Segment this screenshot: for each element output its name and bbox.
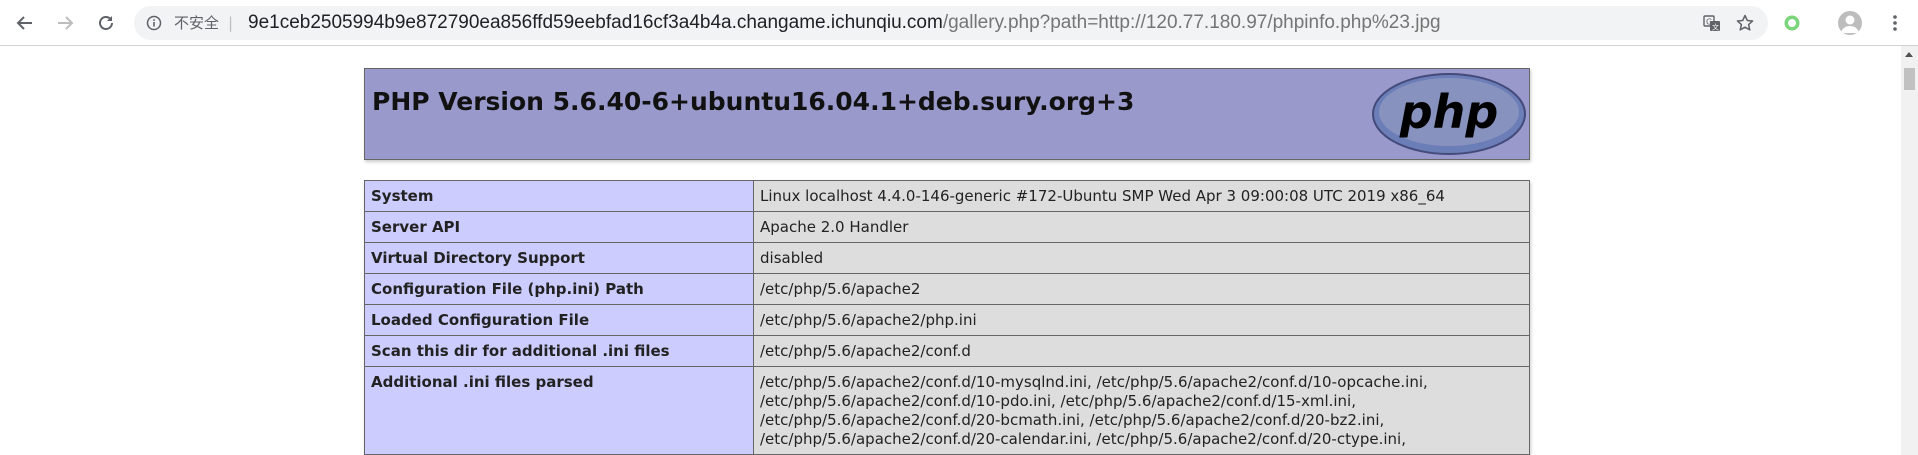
row-key: Scan this dir for additional .ini files [364, 335, 754, 367]
vertical-scrollbar[interactable] [1901, 46, 1918, 455]
row-value: /etc/php/5.6/apache2/php.ini [753, 304, 1530, 336]
url-path: /gallery.php?path=http://120.77.180.97/p… [942, 12, 1441, 33]
forward-button[interactable] [49, 7, 81, 39]
row-value: /etc/php/5.6/apache2/conf.d [753, 335, 1530, 367]
browser-toolbar: 不安全 | 9e1ceb2505994b9e872790ea856ffd59ee… [0, 0, 1918, 46]
row-key: Additional .ini files parsed [364, 366, 754, 455]
table-row: Virtual Directory Support disabled [364, 242, 1530, 274]
translate-icon[interactable]: G 文 [1702, 13, 1722, 33]
page-title: PHP Version 5.6.40-6+ubuntu16.04.1+deb.s… [372, 87, 1135, 116]
more-menu-icon[interactable] [1885, 13, 1905, 33]
row-value: /etc/php/5.6/apache2/conf.d/10-mysqlnd.i… [753, 366, 1530, 455]
avatar-silhouette-icon [1841, 15, 1859, 33]
php-logo-icon[interactable]: php [1372, 73, 1526, 155]
table-row: Configuration File (php.ini) Path/etc/ph… [364, 273, 1530, 305]
back-button[interactable] [9, 7, 41, 39]
table-row: Scan this dir for additional .ini files /… [364, 335, 1530, 367]
phpinfo-header: PHP Version 5.6.40-6+ubuntu16.04.1+deb.s… [364, 68, 1530, 160]
row-value: Linux localhost 4.4.0-146-generic #172-U… [753, 180, 1530, 212]
row-key: System [364, 180, 754, 212]
security-label[interactable]: 不安全 [174, 6, 219, 40]
row-key: Virtual Directory Support [364, 242, 754, 274]
security-separator: | [228, 14, 234, 32]
table-row: System Linux localhost 4.4.0-146-generic … [364, 180, 1530, 212]
scroll-up-arrow-icon[interactable] [1905, 52, 1913, 57]
forward-arrow-icon [58, 16, 74, 30]
address-bar[interactable]: 不安全 | 9e1ceb2505994b9e872790ea856ffd59ee… [134, 6, 1768, 40]
table-row: Additional .ini files parsed/etc/php/5.6… [364, 366, 1530, 455]
star-icon[interactable] [1735, 13, 1755, 33]
row-key: Server API [364, 211, 754, 243]
reload-button[interactable] [90, 7, 122, 39]
url-text[interactable]: 9e1ceb2505994b9e872790ea856ffd59eebfad16… [248, 6, 1441, 40]
row-value: Apache 2.0 Handler [753, 211, 1530, 243]
row-value: disabled [753, 242, 1530, 274]
row-value: /etc/php/5.6/apache2 [753, 273, 1530, 305]
back-arrow-icon [16, 16, 32, 30]
svg-text:文: 文 [1712, 23, 1719, 32]
avatar-icon[interactable] [1838, 11, 1862, 35]
php-logo-text: php [1399, 85, 1499, 139]
info-icon[interactable] [146, 15, 162, 31]
table-row: Loaded Configuration File/etc/php/5.6/ap… [364, 304, 1530, 336]
reload-icon [99, 16, 113, 30]
url-host: 9e1ceb2505994b9e872790ea856ffd59eebfad16… [248, 12, 943, 33]
extension-icon[interactable] [1782, 13, 1802, 33]
phpinfo-table: System Linux localhost 4.4.0-146-generic … [364, 180, 1530, 455]
scrollbar-thumb[interactable] [1904, 68, 1915, 90]
row-key: Loaded Configuration File [364, 304, 754, 336]
row-key: Configuration File (php.ini) Path [364, 273, 754, 305]
table-row: Server API Apache 2.0 Handler [364, 211, 1530, 243]
